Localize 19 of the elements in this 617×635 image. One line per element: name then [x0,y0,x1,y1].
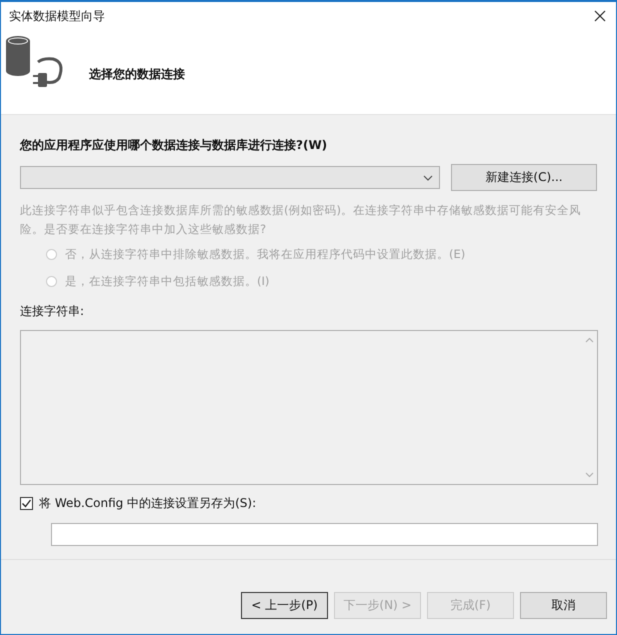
config-name-field[interactable] [51,523,598,546]
checkbox[interactable] [20,497,33,510]
connection-dropdown[interactable] [20,166,440,189]
scroll-down-icon[interactable] [584,472,594,478]
connection-string-label: 连接字符串: [20,303,86,320]
radio-label: 是，在连接字符串中包括敏感数据。(I) [65,274,270,289]
wizard-button[interactable]: < 上一步(P) [241,592,328,618]
checkbox-label: 将 Web.Config 中的连接设置另存为(S): [39,495,256,512]
wizard-button[interactable]: 取消 [520,592,607,618]
connection-label: 您的应用程序应使用哪个数据连接与数据库进行连接?(W) [20,137,328,154]
sensitive-data-notice: 此连接字符串似乎包含连接数据库所需的敏感数据(例如密码)。在连接字符串中存储敏感数据可能有安全风险。是否要在连接字符串中加入这些敏感数据? [20,202,582,238]
scroll-up-icon[interactable] [584,337,594,343]
chevron-down-icon [423,174,433,180]
window-title: 实体数据模型向导 [9,8,105,24]
radio-label: 否，从连接字符串中排除敏感数据。我将在应用程序代码中设置此数据。(E) [65,247,466,262]
close-icon[interactable] [594,10,606,22]
new-connection-button[interactable]: 新建连接(C)... [451,164,597,191]
page-heading: 选择您的数据连接 [89,66,185,83]
database-plug-icon [5,36,65,90]
